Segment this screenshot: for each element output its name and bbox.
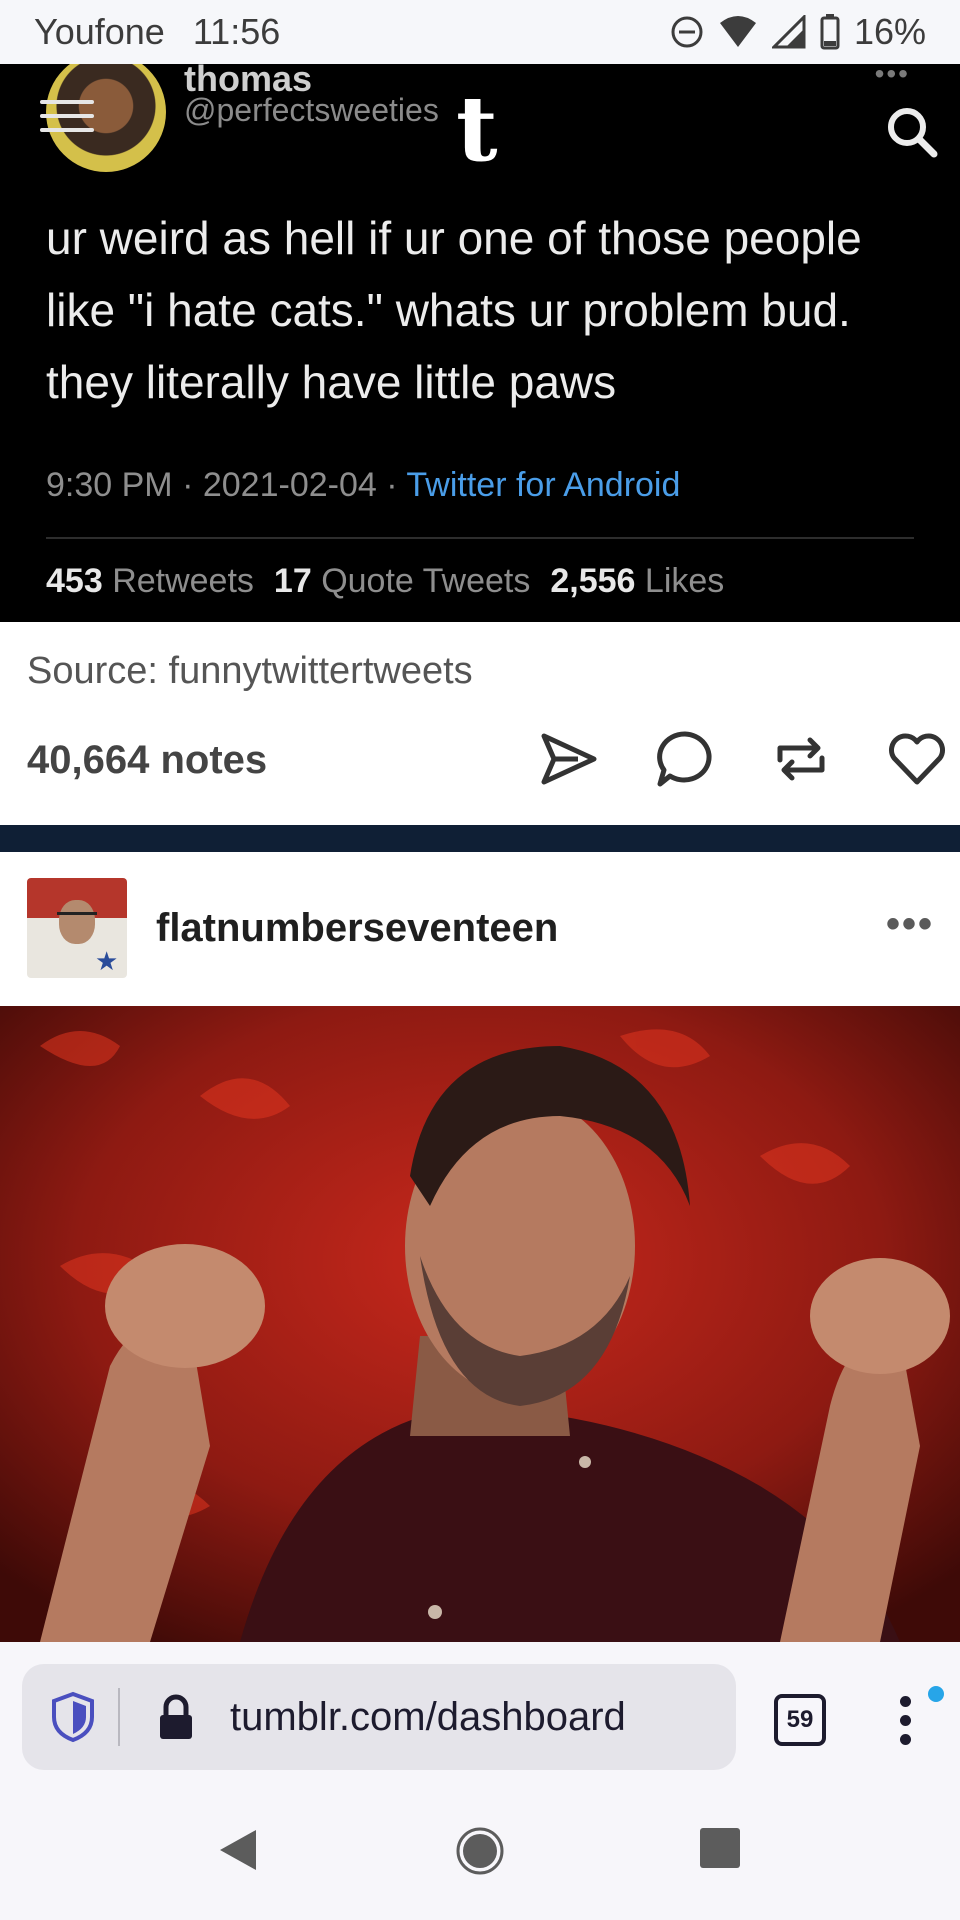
- likes-count: 2,556: [550, 562, 636, 600]
- browser-toolbar: tumblr.com/dashboard 59: [0, 1642, 960, 1788]
- tweet-text-line: they literally have little paws: [46, 356, 617, 408]
- blog-avatar[interactable]: ★: [27, 878, 127, 978]
- quotes-stat: 17 Quote Tweets: [274, 562, 530, 601]
- battery-percent: 16%: [853, 11, 926, 52]
- like-icon[interactable]: [886, 728, 948, 790]
- shield-icon[interactable]: [50, 1691, 96, 1743]
- notes-count[interactable]: 40,664 notes: [27, 738, 267, 783]
- notification-dot: [928, 1686, 944, 1702]
- meta-separator: ·: [182, 466, 203, 504]
- retweets-stat: 453 Retweets: [46, 562, 254, 601]
- retweets-count: 453: [46, 562, 103, 600]
- tweet-stats: 453 Retweets 17 Quote Tweets 2,556 Likes: [46, 562, 724, 601]
- star-icon: ★: [95, 946, 119, 976]
- tweet-text: ur weird as hell if ur one of those peop…: [46, 202, 926, 418]
- likes-label: Likes: [644, 562, 725, 600]
- reblog-icon[interactable]: [770, 728, 832, 790]
- retweets-label: Retweets: [112, 562, 254, 600]
- lock-icon[interactable]: [156, 1693, 196, 1741]
- tweet-date: 2021-02-04: [202, 466, 377, 504]
- avatar-glasses: [57, 912, 97, 920]
- tweet-text-line: like "i hate cats." whats ur problem bud…: [46, 284, 851, 336]
- photo-illustration: [0, 1006, 960, 1642]
- post-separator: [0, 825, 960, 852]
- share-icon[interactable]: [538, 728, 600, 790]
- hamburger-menu-icon[interactable]: [40, 100, 94, 140]
- url-text[interactable]: tumblr.com/dashboard: [230, 1695, 626, 1740]
- quotes-count: 17: [273, 562, 312, 600]
- post-actions: [538, 728, 948, 790]
- tweet-more-icon: •••: [874, 64, 910, 89]
- recents-icon[interactable]: [698, 1826, 742, 1870]
- avatar-face: [59, 900, 95, 944]
- post-image: [0, 1006, 960, 1642]
- tweet-meta: 9:30 PM · 2021-02-04 · Twitter for Andro…: [46, 466, 680, 505]
- home-icon[interactable]: [455, 1826, 505, 1876]
- tweet-text-line: ur weird as hell if ur one of those peop…: [46, 212, 862, 264]
- blog-name[interactable]: flatnumberseventeen: [156, 906, 558, 951]
- back-icon[interactable]: [216, 1826, 260, 1874]
- quotes-label: Quote Tweets: [321, 562, 531, 600]
- post-source[interactable]: Source: funnytwittertweets: [27, 650, 473, 693]
- tweet-app: Twitter for Android: [406, 466, 681, 504]
- divider: [46, 537, 914, 539]
- status-icons: 16%: [670, 11, 926, 53]
- clock: 11:56: [192, 11, 281, 52]
- search-icon[interactable]: [884, 104, 940, 160]
- tweet-author-handle: @perfectsweeties: [184, 92, 439, 128]
- carrier-name: Youfone: [34, 11, 165, 52]
- status-bar: Youfone 11:56 16%: [0, 0, 960, 64]
- tumblr-logo[interactable]: t: [456, 84, 498, 174]
- more-options-icon[interactable]: •••: [886, 902, 934, 947]
- wifi-icon: [719, 16, 756, 47]
- tab-counter-button[interactable]: 59: [774, 1694, 826, 1746]
- browser-menu-icon[interactable]: [900, 1696, 914, 1746]
- post-header: ★ flatnumberseventeen •••: [0, 852, 960, 1006]
- tweet-time: 9:30 PM: [46, 466, 173, 504]
- tweet-card: thomas @perfectsweeties ••• t ur weird a…: [0, 64, 960, 622]
- signal-icon: [771, 15, 806, 49]
- reply-icon[interactable]: [654, 728, 716, 790]
- address-bar[interactable]: tumblr.com/dashboard: [22, 1664, 736, 1770]
- do-not-disturb-icon: [671, 16, 703, 48]
- divider: [118, 1688, 120, 1746]
- system-navigation-bar: [0, 1788, 960, 1920]
- meta-separator: ·: [386, 466, 407, 504]
- battery-icon: [820, 14, 840, 50]
- likes-stat: 2,556 Likes: [550, 562, 724, 601]
